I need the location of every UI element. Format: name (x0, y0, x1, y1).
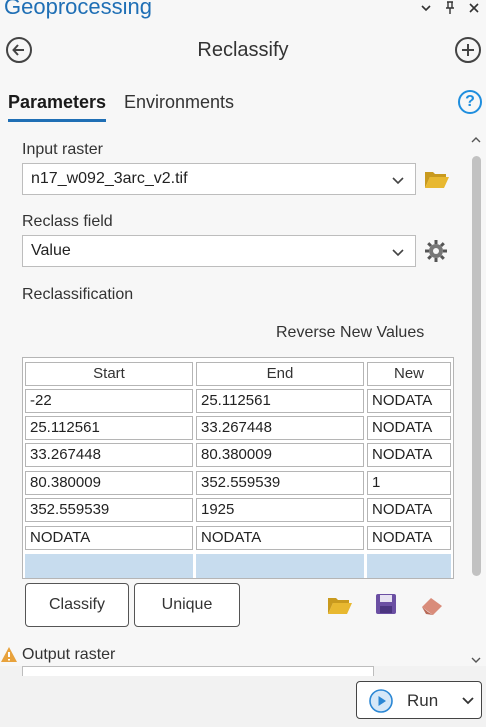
run-button[interactable]: Run (356, 681, 482, 719)
pin-icon[interactable] (444, 1, 456, 17)
help-icon[interactable]: ? (458, 90, 482, 114)
tab-bar: Parameters Environments ? (0, 88, 486, 122)
output-raster-field[interactable] (22, 666, 374, 676)
chevron-down-icon[interactable] (461, 695, 475, 707)
reclassification-label: Reclassification (22, 286, 134, 303)
unique-button[interactable]: Unique (134, 583, 240, 627)
table-cell-start[interactable]: -22 (25, 389, 193, 413)
save-icon (376, 594, 396, 614)
table-cell-new[interactable]: NODATA (367, 526, 451, 550)
chevron-down-icon (392, 249, 404, 257)
reclass-field-value: Value (31, 242, 71, 259)
input-raster-label: Input raster (22, 141, 103, 158)
folder-icon (328, 598, 352, 614)
table-cell-start[interactable]: 80.380009 (25, 471, 193, 495)
new-row-cell[interactable] (367, 554, 451, 578)
pane-title: Geoprocessing (4, 0, 152, 19)
scroll-down-icon[interactable] (471, 656, 481, 664)
folder-icon (425, 172, 449, 188)
column-header-end: End (196, 362, 364, 386)
table-cell-new[interactable]: NODATA (367, 389, 451, 413)
table-cell-start[interactable]: 25.112561 (25, 416, 193, 440)
scroll-up-icon[interactable] (471, 136, 481, 144)
field-settings-button[interactable] (423, 238, 449, 264)
tab-parameters[interactable]: Parameters (8, 92, 107, 122)
tool-title: Reclassify (197, 39, 289, 61)
table-cell-start[interactable]: 352.559539 (25, 498, 193, 522)
table-cell-end[interactable]: 33.267448 (196, 416, 364, 440)
table-cell-end[interactable]: 1925 (196, 498, 364, 522)
plus-icon (462, 44, 474, 56)
table-cell-new[interactable]: NODATA (367, 416, 451, 440)
tool-header: Reclassify (0, 30, 486, 70)
reclass-field-dropdown[interactable]: Value (22, 235, 416, 267)
column-header-new: New (367, 362, 451, 386)
table-cell-new[interactable]: NODATA (367, 443, 451, 467)
chevron-down-icon (392, 177, 404, 185)
new-row-cell[interactable] (25, 554, 193, 578)
scrollbar-thumb[interactable] (472, 156, 481, 576)
titlebar-controls (420, 0, 480, 18)
run-label: Run (407, 691, 439, 710)
column-header-start: Start (25, 362, 193, 386)
add-button[interactable] (455, 37, 481, 63)
output-raster-label: Output raster (22, 646, 116, 663)
clear-remap-button[interactable] (419, 592, 445, 618)
browse-input-folder-button[interactable] (424, 167, 450, 191)
pane-titlebar: Geoprocessing (0, 0, 486, 22)
save-remap-button[interactable] (374, 592, 398, 616)
warning-icon (0, 645, 18, 663)
classify-button[interactable]: Classify (25, 583, 129, 627)
reclass-field-label: Reclass field (22, 213, 113, 230)
play-icon (369, 689, 393, 713)
table-cell-new[interactable]: NODATA (367, 498, 451, 522)
table-cell-end[interactable]: 352.559539 (196, 471, 364, 495)
new-row-cell[interactable] (196, 554, 364, 578)
close-icon[interactable] (468, 2, 480, 16)
panel-scrollbar[interactable] (469, 126, 483, 674)
table-cell-end[interactable]: 25.112561 (196, 389, 364, 413)
table-cell-start[interactable]: NODATA (25, 526, 193, 550)
reverse-new-values-button[interactable]: Reverse New Values (276, 324, 424, 342)
gear-icon (425, 240, 447, 262)
input-raster-dropdown[interactable]: n17_w092_3arc_v2.tif (22, 163, 416, 195)
table-cell-end[interactable]: NODATA (196, 526, 364, 550)
table-cell-new[interactable]: 1 (367, 471, 451, 495)
tab-environments[interactable]: Environments (124, 92, 234, 113)
eraser-icon (422, 598, 442, 615)
reclassification-table: Start End New -22 25.112561 NODATA 25.11… (22, 357, 454, 579)
chevron-down-icon[interactable] (420, 2, 432, 16)
table-cell-end[interactable]: 80.380009 (196, 443, 364, 467)
load-remap-button[interactable] (327, 593, 353, 617)
input-raster-value: n17_w092_3arc_v2.tif (31, 170, 188, 187)
table-cell-start[interactable]: 33.267448 (25, 443, 193, 467)
